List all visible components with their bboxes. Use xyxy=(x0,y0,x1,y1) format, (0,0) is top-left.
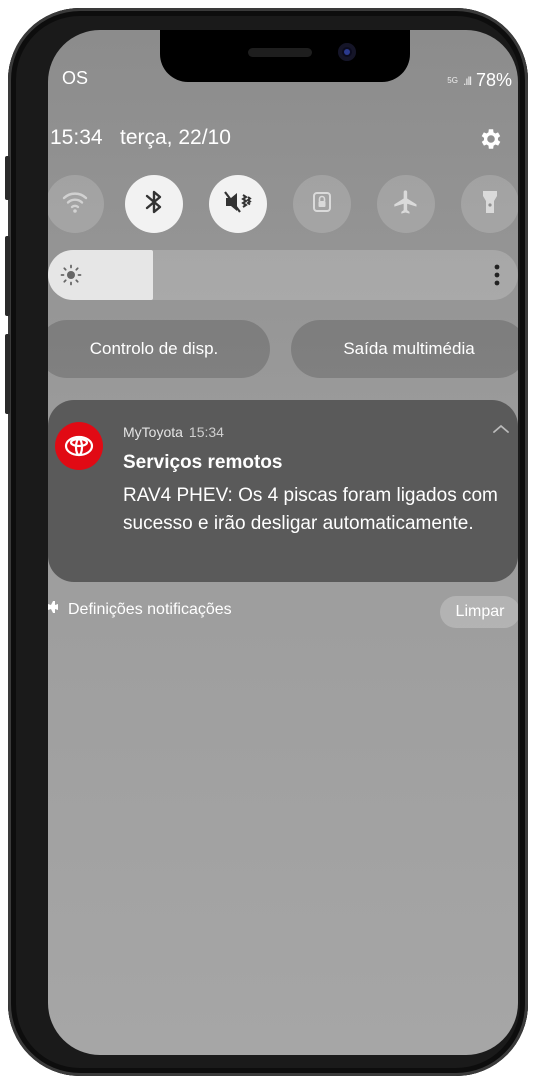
volume-down-button xyxy=(5,334,10,414)
flashlight-icon xyxy=(480,188,500,221)
notification-body: RAV4 PHEV: Os 4 piscas foram ligados com… xyxy=(123,485,498,534)
notification-time: 15:34 xyxy=(188,424,224,440)
sound-mode-toggle[interactable] xyxy=(209,175,267,233)
header-row: 15:34 terça, 22/10 xyxy=(48,126,518,156)
bluetooth-icon xyxy=(143,188,165,221)
wifi-toggle[interactable] xyxy=(48,175,104,233)
mute-switch xyxy=(5,156,10,200)
airplane-toggle[interactable] xyxy=(377,175,435,233)
more-options-icon[interactable] xyxy=(494,263,500,292)
vibrate-mute-icon xyxy=(223,189,253,220)
media-output-button[interactable]: Saída multimédia xyxy=(291,320,518,378)
clock: 15:34 xyxy=(50,126,103,149)
volume-up-button xyxy=(5,236,10,316)
app-name: MyToyota xyxy=(123,424,183,440)
front-camera xyxy=(338,43,356,61)
wifi-icon xyxy=(61,190,89,219)
lock-icon xyxy=(311,190,333,219)
device-control-button[interactable]: Controlo de disp. xyxy=(48,320,270,378)
brightness-slider[interactable] xyxy=(48,250,518,300)
flashlight-toggle[interactable] xyxy=(461,175,518,233)
sun-icon xyxy=(60,264,82,291)
carrier-label: OS xyxy=(62,68,89,88)
notification-title: Serviços remotos xyxy=(123,452,283,473)
notification-settings-label: Definições notificações xyxy=(68,600,232,618)
status-icons: 5G .ıll 78% xyxy=(447,70,512,91)
clear-button[interactable]: Limpar xyxy=(440,596,518,628)
rotation-lock-toggle[interactable] xyxy=(293,175,351,233)
quick-settings xyxy=(48,175,518,235)
notch xyxy=(160,30,410,82)
notification-settings-link[interactable]: Definições notificações xyxy=(48,600,232,619)
notification-header: MyToyota 15:34 xyxy=(123,424,224,440)
settings-gear-icon[interactable] xyxy=(478,126,504,152)
date: terça, 22/10 xyxy=(120,126,231,149)
airplane-icon xyxy=(392,188,420,221)
network-type: 5G xyxy=(447,75,458,85)
chevron-up-icon[interactable] xyxy=(492,422,510,440)
toyota-logo-icon xyxy=(55,422,103,470)
gear-icon xyxy=(48,600,60,619)
signal-icon: .ıll xyxy=(462,73,472,88)
battery-level: 78% xyxy=(475,70,512,90)
notification-card[interactable]: MyToyota 15:34 Serviços remotos RAV4 PHEV… xyxy=(48,400,518,582)
bluetooth-toggle[interactable] xyxy=(125,175,183,233)
notification-shade: OS 5G .ıll 78% 15:34 terça, 22/10 Contro… xyxy=(48,30,518,1055)
speaker xyxy=(248,48,312,57)
